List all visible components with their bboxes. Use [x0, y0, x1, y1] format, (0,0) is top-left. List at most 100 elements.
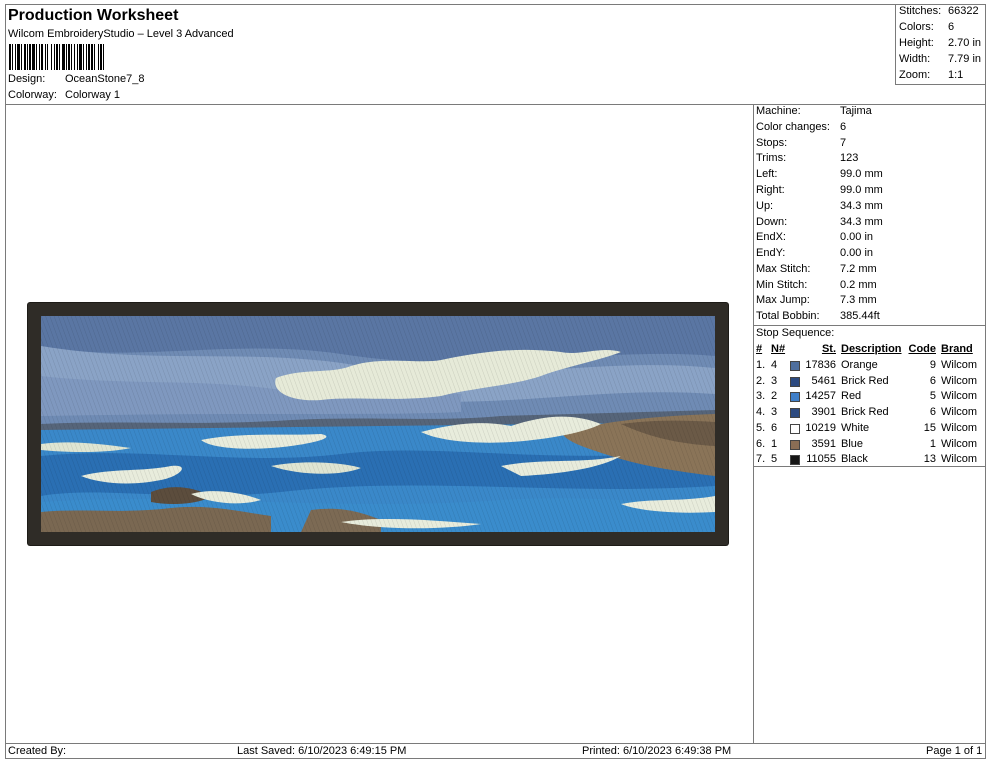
table-header: # N# St. Description Code Brand: [754, 343, 986, 358]
row-stitches: 3591: [811, 437, 836, 450]
thread-color-swatch: [790, 392, 800, 403]
table-row: 5. 6 10219 White 15 Wilcom: [754, 422, 986, 437]
page-number: Page 1 of 1: [926, 745, 983, 757]
detail-row: Stops: 7: [756, 137, 847, 149]
row-stitches: 17836: [805, 359, 836, 371]
header-stitches: St.: [821, 343, 836, 355]
design-row: Design: OceanStone7_8: [8, 73, 145, 85]
thread-color-swatch: [790, 361, 800, 371]
row-needle: 5: [771, 453, 778, 466]
detail-row: Right: 99.0 mm: [756, 184, 883, 196]
header-needle: N#: [771, 343, 786, 355]
row-brand: Wilcom: [941, 437, 978, 450]
detail-row: Down: 34.3 mm: [756, 216, 883, 228]
row-code: 9: [929, 359, 936, 371]
row-description: Brick Red: [841, 406, 889, 419]
row-index: 2.: [756, 374, 766, 387]
row-stitches: 5461: [811, 374, 836, 387]
summary-row: Colors: 6: [899, 21, 955, 33]
row-stitches: 10219: [805, 421, 836, 434]
row-description: Red: [841, 390, 862, 403]
row-needle: 6: [771, 421, 778, 434]
header-brand: Brand: [941, 343, 973, 355]
row-needle: 3: [771, 374, 778, 387]
detail-row: Machine: Tajima: [756, 105, 872, 117]
row-code: 6: [929, 406, 936, 419]
summary-row: Stitches: 66322: [899, 5, 979, 17]
row-brand: Wilcom: [941, 453, 978, 466]
header-code: Code: [908, 343, 937, 355]
detail-row: Total Bobbin: 385.44ft: [756, 310, 880, 322]
row-description: Brick Red: [841, 374, 889, 387]
detail-row: Trims: 123: [756, 152, 859, 164]
summary-row: Height: 2.70 in: [899, 37, 982, 49]
footer-divider: [6, 743, 986, 744]
row-index: 6.: [756, 437, 766, 450]
colorway-row: Colorway: Colorway 1: [8, 89, 120, 101]
detail-row: Max Stitch: 7.2 mm: [756, 263, 877, 275]
row-stitches: 14257: [805, 390, 836, 403]
row-stitches: 3901: [811, 406, 836, 419]
row-needle: 1: [771, 437, 778, 450]
stop-sequence-title: Stop Sequence:: [756, 327, 835, 339]
detail-row: Up: 34.3 mm: [756, 200, 883, 212]
detail-row: EndY: 0.00 in: [756, 247, 874, 259]
row-description: White: [841, 421, 870, 434]
row-index: 4.: [756, 406, 766, 419]
row-stitches: 11055: [806, 453, 836, 466]
row-code: 13: [923, 453, 936, 466]
row-brand: Wilcom: [941, 359, 978, 371]
detail-row: EndX: 0.00 in: [756, 231, 874, 243]
row-index: 7.: [756, 453, 766, 466]
detail-row: Left: 99.0 mm: [756, 168, 883, 180]
colorway-value: Colorway 1: [65, 89, 121, 101]
summary-row: Zoom: 1:1: [899, 69, 964, 81]
last-saved: Last Saved: 6/10/2023 6:49:15 PM: [237, 745, 407, 757]
thread-color-swatch: [790, 439, 800, 450]
row-description: Blue: [841, 437, 864, 450]
stop-sequence-table: Stop Sequence: # N# St. Description Code…: [754, 325, 986, 467]
row-description: Black: [841, 453, 868, 466]
thread-color-swatch: [790, 455, 800, 466]
row-description: Orange: [841, 359, 878, 371]
header-description: Description: [841, 343, 902, 355]
row-index: 5.: [756, 421, 766, 434]
barcode: [9, 44, 195, 70]
design-summary: Stitches: 66322 Colors: 6 Height: 2.70 in W…: [895, 5, 986, 85]
colorway-label: Colorway:: [8, 89, 57, 101]
created-by: Created By:: [8, 745, 67, 757]
row-brand: Wilcom: [941, 374, 978, 387]
detail-row: Min Stitch: 0.2 mm: [756, 279, 877, 291]
table-row: 6. 1 3591 Blue 1 Wilcom: [754, 438, 986, 453]
row-needle: 3: [771, 406, 778, 419]
thread-color-swatch: [790, 423, 800, 434]
software-name: Wilcom EmbroideryStudio – Level 3 Advanc…: [8, 28, 234, 40]
header-index: #: [756, 343, 763, 355]
row-brand: Wilcom: [941, 421, 978, 434]
row-brand: Wilcom: [941, 390, 978, 403]
detail-row: Color changes: 6: [756, 121, 847, 133]
row-code: 6: [929, 374, 936, 387]
row-index: 1.: [756, 359, 766, 371]
ocean-scene-artwork: [41, 316, 715, 532]
thread-color-swatch: [790, 408, 800, 419]
row-code: 1: [929, 437, 936, 450]
table-row: 4. 3 3901 Brick Red 6 Wilcom: [754, 406, 986, 421]
row-code: 5: [929, 390, 936, 403]
row-needle: 2: [771, 390, 778, 403]
page-title: Production Worksheet: [8, 7, 179, 24]
embroidery-patch-preview: [28, 303, 728, 545]
table-row: 3. 2 14257 Red 5 Wilcom: [754, 390, 986, 405]
thread-color-swatch: [790, 376, 800, 387]
ocean-scene-svg: [41, 316, 715, 532]
row-needle: 4: [771, 359, 778, 371]
detail-row: Max Jump: 7.3 mm: [756, 294, 877, 306]
printed-date: Printed: 6/10/2023 6:49:38 PM: [582, 745, 732, 757]
table-row: 7. 5 11055 Black 13 Wilcom: [754, 453, 986, 468]
table-row: 1. 4 17836 Orange 9 Wilcom: [754, 359, 986, 374]
summary-row: Width: 7.79 in: [899, 53, 982, 65]
table-row: 2. 3 5461 Brick Red 6 Wilcom: [754, 375, 986, 390]
row-brand: Wilcom: [941, 406, 978, 419]
design-value: OceanStone7_8: [65, 73, 145, 85]
worksheet-header: Production Worksheet Wilcom EmbroiderySt…: [6, 5, 895, 104]
